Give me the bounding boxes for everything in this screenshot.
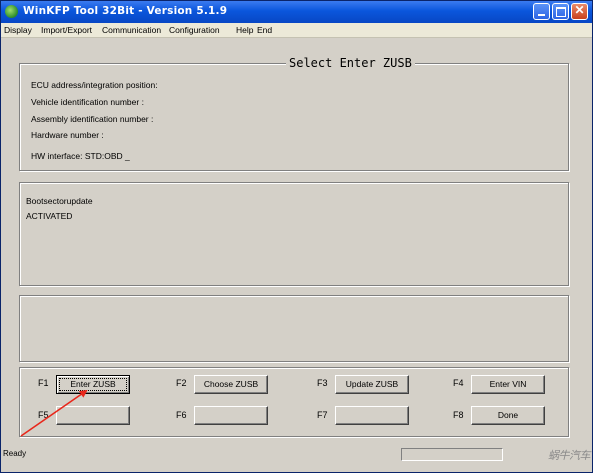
annotation-arrow-icon [20,389,88,437]
